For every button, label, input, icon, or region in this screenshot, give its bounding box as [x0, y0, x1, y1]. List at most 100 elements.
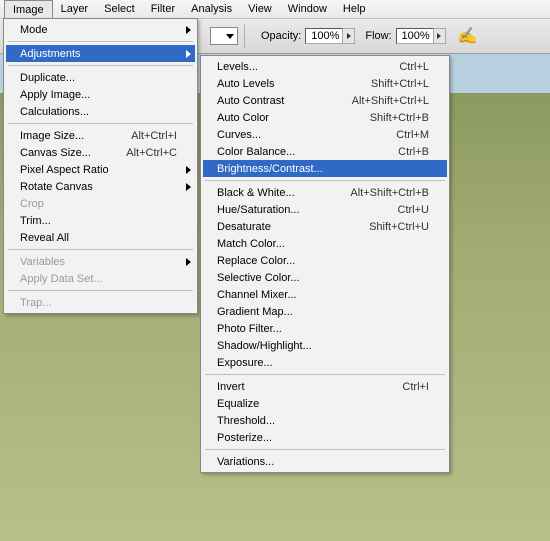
image-menu-rotate-canvas[interactable]: Rotate Canvas — [6, 178, 195, 195]
menu-item-label: Invert — [217, 381, 245, 393]
menubar-item-select[interactable]: Select — [96, 0, 143, 18]
image-menu-apply-image[interactable]: Apply Image... — [6, 86, 195, 103]
menubar-item-filter[interactable]: Filter — [143, 0, 183, 18]
menu-item-label: Auto Color — [217, 112, 269, 124]
menu-item-label: Apply Image... — [20, 89, 90, 101]
adjustments-menu-equalize[interactable]: Equalize — [203, 395, 447, 412]
menu-item-shortcut: Alt+Shift+Ctrl+B — [350, 187, 429, 199]
menu-item-shortcut: Ctrl+B — [398, 146, 429, 158]
adjustments-menu-gradient-map[interactable]: Gradient Map... — [203, 303, 447, 320]
adjustments-menu-invert[interactable]: Invert Ctrl+I — [203, 378, 447, 395]
brush-preset-dropdown[interactable] — [210, 27, 238, 45]
menu-separator — [8, 249, 193, 250]
menubar-item-view[interactable]: View — [240, 0, 280, 18]
menu-item-shortcut: Alt+Shift+Ctrl+L — [352, 95, 429, 107]
menu-item-label: Levels... — [217, 61, 258, 73]
image-menu-calculations[interactable]: Calculations... — [6, 103, 195, 120]
menu-item-shortcut: Ctrl+U — [398, 204, 429, 216]
menu-item-label: Posterize... — [217, 432, 272, 444]
adjustments-menu-curves[interactable]: Curves... Ctrl+M — [203, 126, 447, 143]
menu-item-label: Threshold... — [217, 415, 275, 427]
adjustments-menu-auto-contrast[interactable]: Auto Contrast Alt+Shift+Ctrl+L — [203, 92, 447, 109]
menu-separator — [205, 374, 445, 375]
adjustments-menu-levels[interactable]: Levels...Ctrl+L — [203, 58, 447, 75]
image-menu-apply-data-set: Apply Data Set... — [6, 270, 195, 287]
opacity-flyout-button[interactable] — [343, 28, 355, 44]
image-menu-reveal-all[interactable]: Reveal All — [6, 229, 195, 246]
menu-item-shortcut: Shift+Ctrl+U — [369, 221, 429, 233]
menu-item-shortcut: Ctrl+M — [396, 129, 429, 141]
opacity-input[interactable]: 100% — [305, 28, 343, 44]
adjustments-menu-selective-color[interactable]: Selective Color... — [203, 269, 447, 286]
image-menu-trim[interactable]: Trim... — [6, 212, 195, 229]
adjustments-menu-auto-color[interactable]: Auto Color Shift+Ctrl+B — [203, 109, 447, 126]
menu-item-label: Equalize — [217, 398, 259, 410]
menu-item-label: Reveal All — [20, 232, 69, 244]
adjustments-menu-black-white[interactable]: Black & White...Alt+Shift+Ctrl+B — [203, 184, 447, 201]
menu-item-label: Exposure... — [217, 357, 273, 369]
menu-item-label: Gradient Map... — [217, 306, 293, 318]
image-menu-mode[interactable]: Mode — [6, 21, 195, 38]
image-menu-trap: Trap... — [6, 294, 195, 311]
adjustments-menu-exposure[interactable]: Exposure... — [203, 354, 447, 371]
flow-flyout-button[interactable] — [434, 28, 446, 44]
menu-item-label: Match Color... — [217, 238, 285, 250]
menu-item-label: Calculations... — [20, 106, 89, 118]
image-menu-crop: Crop — [6, 195, 195, 212]
menu-item-label: Image Size... — [20, 130, 84, 142]
menubar-item-analysis[interactable]: Analysis — [183, 0, 240, 18]
menubar-item-image[interactable]: Image — [4, 0, 53, 18]
adjustments-menu-hue-saturation[interactable]: Hue/Saturation...Ctrl+U — [203, 201, 447, 218]
separator — [244, 24, 245, 48]
image-menu-pixel-aspect-ratio[interactable]: Pixel Aspect Ratio — [6, 161, 195, 178]
menu-item-label: Auto Contrast — [217, 95, 284, 107]
menubar-item-help[interactable]: Help — [335, 0, 374, 18]
menubar: ImageLayerSelectFilterAnalysisViewWindow… — [0, 0, 550, 19]
adjustments-menu-channel-mixer[interactable]: Channel Mixer... — [203, 286, 447, 303]
image-menu-dropdown: Mode Adjustments Duplicate... Apply Image..… — [3, 18, 198, 314]
adjustments-menu-auto-levels[interactable]: Auto LevelsShift+Ctrl+L — [203, 75, 447, 92]
menu-item-label: Pixel Aspect Ratio — [20, 164, 109, 176]
menu-item-label: Crop — [20, 198, 44, 210]
chevron-right-icon — [186, 26, 191, 34]
menu-item-label: Rotate Canvas — [20, 181, 93, 193]
menu-item-label: Color Balance... — [217, 146, 295, 158]
adjustments-menu-color-balance[interactable]: Color Balance... Ctrl+B — [203, 143, 447, 160]
image-menu-canvas-size[interactable]: Canvas Size...Alt+Ctrl+C — [6, 144, 195, 161]
menu-item-label: Variables — [20, 256, 65, 268]
menu-item-shortcut: Shift+Ctrl+L — [371, 78, 429, 90]
image-menu-image-size[interactable]: Image Size... Alt+Ctrl+I — [6, 127, 195, 144]
menu-separator — [8, 290, 193, 291]
menu-separator — [205, 449, 445, 450]
menu-item-label: Channel Mixer... — [217, 289, 296, 301]
adjustments-menu-desaturate[interactable]: DesaturateShift+Ctrl+U — [203, 218, 447, 235]
adjustments-menu-replace-color[interactable]: Replace Color... — [203, 252, 447, 269]
chevron-right-icon — [186, 183, 191, 191]
adjustments-menu-photo-filter[interactable]: Photo Filter... — [203, 320, 447, 337]
menu-item-label: Curves... — [217, 129, 261, 141]
image-menu-duplicate[interactable]: Duplicate... — [6, 69, 195, 86]
menu-separator — [8, 65, 193, 66]
adjustments-menu-shadow-highlight[interactable]: Shadow/Highlight... — [203, 337, 447, 354]
menu-item-label: Brightness/Contrast... — [217, 163, 323, 175]
chevron-right-icon — [186, 50, 191, 58]
menu-item-shortcut: Alt+Ctrl+I — [131, 130, 177, 142]
menubar-item-layer[interactable]: Layer — [53, 0, 97, 18]
menubar-item-window[interactable]: Window — [280, 0, 335, 18]
flow-input[interactable]: 100% — [396, 28, 434, 44]
menu-item-shortcut: Ctrl+I — [402, 381, 429, 393]
menu-item-label: Apply Data Set... — [20, 273, 103, 285]
adjustments-menu-posterize[interactable]: Posterize... — [203, 429, 447, 446]
menu-item-label: Adjustments — [20, 48, 81, 60]
airbrush-icon[interactable]: ✍ — [458, 26, 478, 46]
adjustments-menu-brightness-contrast[interactable]: Brightness/Contrast... — [203, 160, 447, 177]
menu-item-label: Selective Color... — [217, 272, 300, 284]
menu-item-label: Trim... — [20, 215, 51, 227]
menu-item-shortcut: Shift+Ctrl+B — [370, 112, 429, 124]
image-menu-adjustments[interactable]: Adjustments — [6, 45, 195, 62]
chevron-right-icon — [186, 258, 191, 266]
adjustments-menu-match-color[interactable]: Match Color... — [203, 235, 447, 252]
menu-separator — [8, 123, 193, 124]
adjustments-menu-variations[interactable]: Variations... — [203, 453, 447, 470]
adjustments-menu-threshold[interactable]: Threshold... — [203, 412, 447, 429]
